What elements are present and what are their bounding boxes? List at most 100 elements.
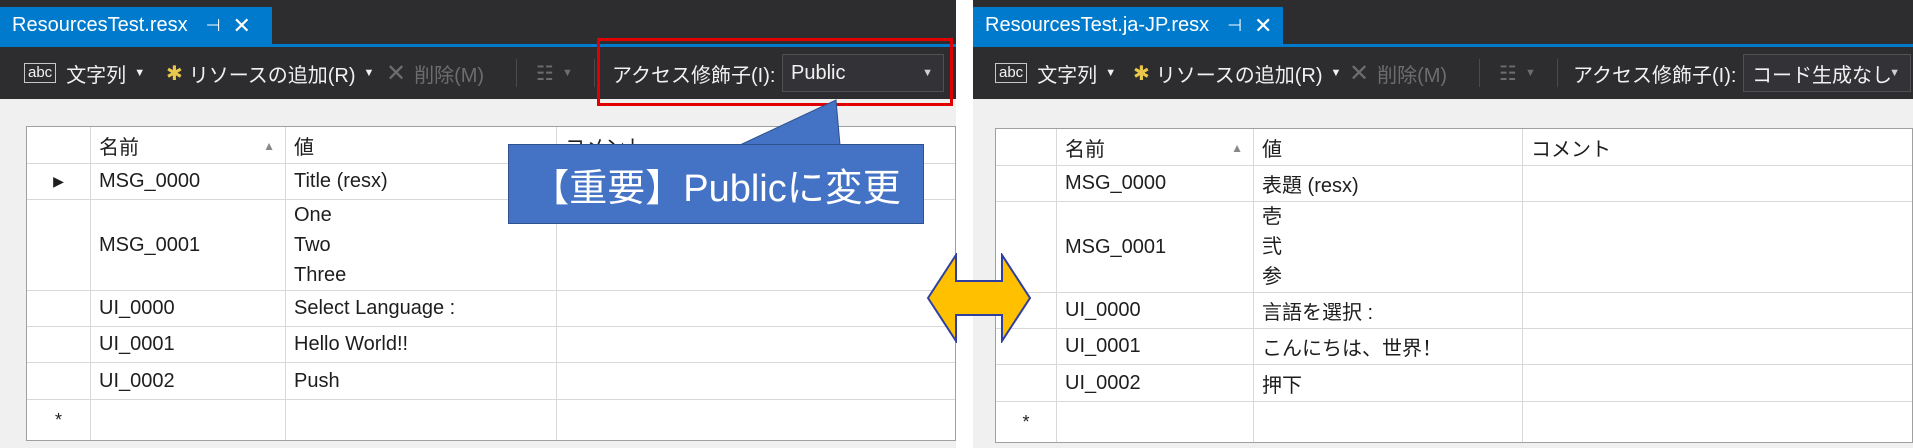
column-header-value[interactable]: 値 [1254, 129, 1523, 165]
access-modifier-combo[interactable]: コード生成なし ▼ [1743, 54, 1911, 92]
sort-ascending-icon: ▲ [1231, 141, 1243, 155]
name-cell[interactable]: UI_0002 [91, 363, 286, 399]
value-cell[interactable]: こんにちは、世界！ [1254, 329, 1523, 364]
close-icon[interactable]: ✕ [232, 13, 250, 39]
resx-editor-left: ResourcesTest.resx ⊣ ✕ abc 文字列 ▼ ✱ リソースの… [0, 0, 956, 448]
value-line: 壱 [1262, 206, 1282, 228]
add-resource-label: リソースの追加(R) [1155, 64, 1323, 87]
name-cell[interactable]: MSG_0001 [91, 200, 286, 290]
document-tab[interactable]: ResourcesTest.ja-JP.resx ⊣ ✕ [973, 7, 1283, 44]
comment-cell[interactable] [1523, 365, 1912, 401]
comment-cell[interactable] [557, 363, 955, 399]
add-resource-button[interactable]: ✱ リソースの追加(R) ▼ [1133, 55, 1341, 91]
column-header-comment-label: コメント [1531, 138, 1611, 161]
table-row[interactable]: UI_0000 言語を選択 : [996, 293, 1912, 329]
tab-title: ResourcesTest.resx [12, 14, 188, 36]
row-header-corner [27, 127, 91, 163]
view-dropdown-button[interactable]: ☷ ▼ [536, 55, 573, 91]
table-row[interactable]: UI_0000 Select Language : [27, 291, 955, 327]
value-cell[interactable]: 表題 (resx) [1254, 166, 1523, 201]
delete-resource-button[interactable]: ✕ 削除(M) [1349, 55, 1447, 91]
new-row-marker[interactable]: * [996, 402, 1057, 442]
delete-resource-button[interactable]: ✕ 削除(M) [386, 55, 484, 91]
table-row[interactable]: UI_0002 Push [27, 363, 955, 400]
row-selector[interactable] [27, 327, 91, 362]
value-line: 参 [1262, 266, 1282, 288]
row-selector[interactable] [27, 291, 91, 326]
column-header-name[interactable]: 名前 ▲ [1057, 129, 1254, 165]
new-row-marker[interactable]: * [27, 400, 91, 440]
table-row[interactable]: UI_0001 こんにちは、世界！ [996, 329, 1912, 365]
strings-label: 文字列 [1037, 64, 1098, 87]
pin-icon[interactable]: ⊣ [1227, 16, 1242, 36]
row-selector[interactable]: ▶ [27, 164, 91, 199]
row-selector[interactable] [27, 363, 91, 399]
name-cell[interactable]: UI_0002 [1057, 365, 1254, 401]
column-header-name-label: 名前 [99, 136, 139, 159]
chevron-down-icon: ▼ [1330, 67, 1342, 79]
value-line: One [294, 204, 332, 226]
delete-label: 削除(M) [414, 64, 485, 87]
table-row[interactable]: UI_0001 Hello World!! [27, 327, 955, 363]
comment-cell[interactable] [1523, 402, 1912, 442]
table-row[interactable]: UI_0002 押下 [996, 365, 1912, 402]
delete-icon: ✕ [386, 59, 407, 87]
add-resource-icon: ✱ [1133, 62, 1150, 85]
resource-grid: 名前 ▲ 値 コメント MSG_0000 表題 (resx) MSG_0001 [995, 128, 1913, 443]
name-cell[interactable]: MSG_0001 [1057, 202, 1254, 292]
grid-area: 名前 ▲ 値 コメント MSG_0000 表題 (resx) MSG_0001 [973, 99, 1913, 448]
add-resource-button[interactable]: ✱ リソースの追加(R) ▼ [166, 55, 374, 91]
comment-cell[interactable] [1523, 202, 1912, 292]
value-cell[interactable]: Select Language : [286, 291, 557, 326]
strings-icon: abc [995, 63, 1028, 83]
strings-label: 文字列 [66, 64, 127, 87]
view-dropdown-button[interactable]: ☷ ▼ [1499, 55, 1536, 91]
row-header-corner [996, 129, 1057, 165]
new-row[interactable]: * [27, 400, 955, 440]
comment-cell[interactable] [1523, 293, 1912, 328]
chevron-down-icon: ▼ [134, 67, 146, 79]
name-cell[interactable]: MSG_0000 [1057, 166, 1254, 201]
chevron-down-icon: ▼ [1524, 67, 1536, 79]
chevron-down-icon: ▼ [1105, 67, 1117, 79]
value-cell[interactable]: 壱 弐 参 [1254, 202, 1523, 292]
name-cell[interactable]: UI_0000 [91, 291, 286, 326]
comment-cell[interactable] [1523, 329, 1912, 364]
row-selector[interactable] [27, 200, 91, 290]
strings-dropdown-button[interactable]: abc 文字列 ▼ [995, 55, 1116, 91]
chevron-down-icon: ▼ [561, 67, 573, 79]
value-cell[interactable]: Hello World!! [286, 327, 557, 362]
comment-cell[interactable] [1523, 166, 1912, 201]
value-cell[interactable] [1254, 402, 1523, 442]
name-cell[interactable] [1057, 402, 1254, 442]
value-cell[interactable]: Push [286, 363, 557, 399]
comment-cell[interactable] [557, 291, 955, 326]
row-selector[interactable] [996, 365, 1057, 401]
value-line: Three [294, 264, 347, 286]
comment-cell[interactable] [557, 327, 955, 362]
delete-label: 削除(M) [1377, 64, 1448, 87]
row-selector[interactable] [996, 166, 1057, 201]
table-row[interactable]: MSG_0001 壱 弐 参 [996, 202, 1912, 293]
column-header-comment[interactable]: コメント [1523, 129, 1912, 165]
name-cell[interactable]: UI_0000 [1057, 293, 1254, 328]
toolbar-separator [594, 59, 595, 87]
table-row[interactable]: MSG_0000 表題 (resx) [996, 166, 1912, 202]
name-cell[interactable]: UI_0001 [1057, 329, 1254, 364]
comment-cell[interactable] [557, 400, 955, 440]
close-icon[interactable]: ✕ [1254, 13, 1272, 39]
document-tab[interactable]: ResourcesTest.resx ⊣ ✕ [0, 7, 272, 44]
pin-icon[interactable]: ⊣ [206, 16, 221, 36]
new-row[interactable]: * [996, 402, 1912, 442]
strings-dropdown-button[interactable]: abc 文字列 ▼ [24, 55, 145, 91]
column-header-name[interactable]: 名前 ▲ [91, 127, 286, 163]
highlight-box [597, 38, 953, 106]
value-cell[interactable]: 押下 [1254, 365, 1523, 401]
column-header-name-label: 名前 [1065, 138, 1105, 161]
name-cell[interactable] [91, 400, 286, 440]
value-cell[interactable]: 言語を選択 : [1254, 293, 1523, 328]
name-cell[interactable]: MSG_0000 [91, 164, 286, 199]
access-modifier-value: コード生成なし [1752, 64, 1892, 87]
name-cell[interactable]: UI_0001 [91, 327, 286, 362]
value-cell[interactable] [286, 400, 557, 440]
